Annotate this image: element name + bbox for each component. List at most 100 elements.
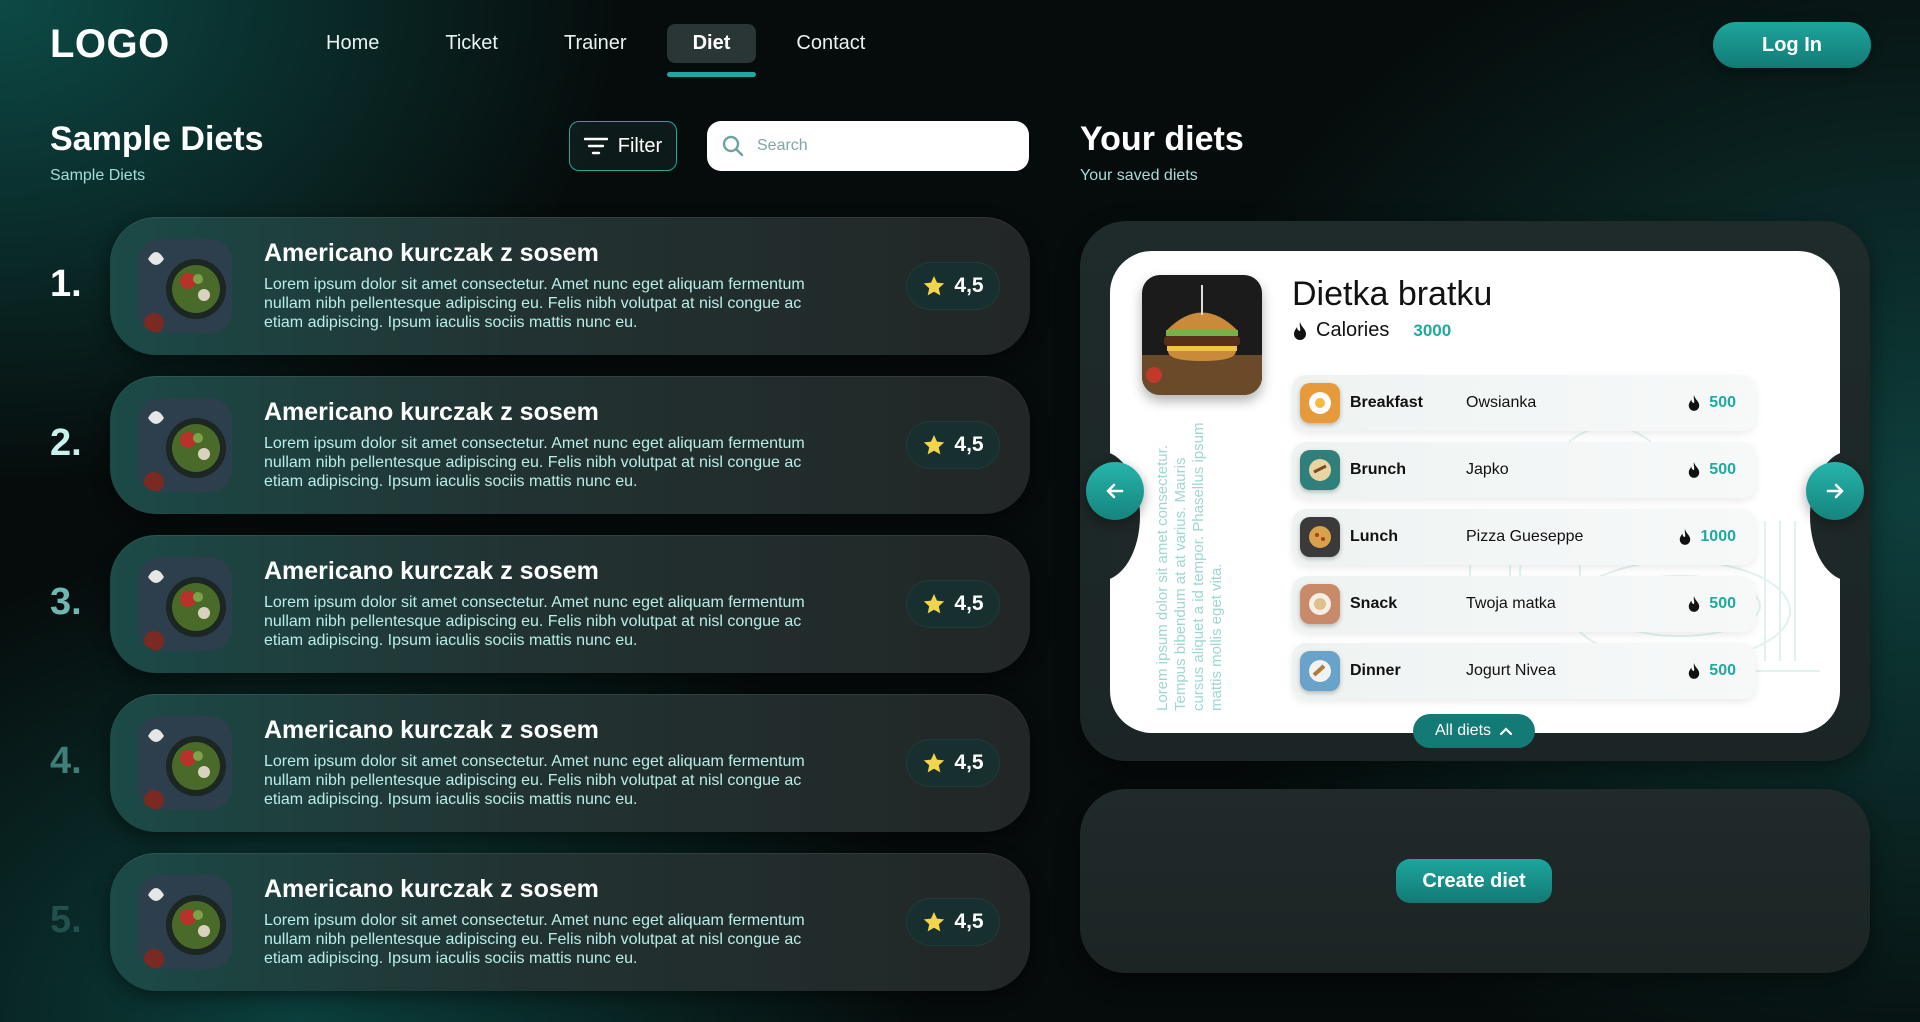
- all-diets-button[interactable]: All diets: [1413, 714, 1535, 748]
- diet-list-item[interactable]: Americano kurczak z sosem Lorem ipsum do…: [110, 217, 1030, 355]
- nav-trainer[interactable]: Trainer: [538, 24, 653, 63]
- diet-description-vertical: Lorem ipsum dolor sit amet consectetur. …: [1154, 422, 1225, 711]
- nav-diet[interactable]: Diet: [666, 24, 757, 77]
- main-nav: Home Ticket Trainer Diet Contact: [300, 24, 905, 77]
- diet-name: Dietka bratku: [1292, 275, 1493, 313]
- filter-button[interactable]: Filter: [569, 121, 677, 171]
- meal-kcal: 1000: [1678, 528, 1736, 546]
- diet-image: [1142, 275, 1262, 395]
- diet-thumbnail: [138, 398, 232, 492]
- diet-title: Americano kurczak z sosem: [264, 875, 599, 903]
- rating-badge: 4,5: [906, 262, 1000, 310]
- lunch-icon: [1300, 517, 1340, 557]
- meal-name: Lunch: [1350, 528, 1398, 545]
- meal-kcal-value: 1000: [1700, 528, 1736, 545]
- rating-badge: 4,5: [906, 898, 1000, 946]
- rating-value: 4,5: [954, 274, 984, 297]
- diet-list-item[interactable]: Americano kurczak z sosem Lorem ipsum do…: [110, 853, 1030, 991]
- diet-thumbnail: [138, 716, 232, 810]
- meal-list: Breakfast Owsianka 500 Brunch Japko 500 …: [1292, 375, 1756, 710]
- star-icon: [924, 912, 945, 932]
- star-icon: [924, 435, 945, 455]
- star-icon: [924, 594, 945, 614]
- rating-value: 4,5: [954, 592, 984, 615]
- diet-description: Lorem ipsum dolor sit amet consectetur. …: [264, 276, 805, 331]
- diet-card[interactable]: Dietka bratku Calories 3000 Lorem ipsum …: [1110, 251, 1840, 733]
- prev-diet-button[interactable]: [1086, 462, 1144, 520]
- diet-list-item[interactable]: Americano kurczak z sosem Lorem ipsum do…: [110, 694, 1030, 832]
- your-diets-panel: Dietka bratku Calories 3000 Lorem ipsum …: [1080, 221, 1870, 761]
- rating-value: 4,5: [954, 910, 984, 933]
- brunch-icon: [1300, 450, 1340, 490]
- rating-badge: 4,5: [906, 739, 1000, 787]
- rating-badge: 4,5: [906, 421, 1000, 469]
- nav-home[interactable]: Home: [300, 24, 405, 63]
- meal-name: Dinner: [1350, 662, 1401, 679]
- diet-title: Americano kurczak z sosem: [264, 716, 599, 744]
- meal-item[interactable]: Brunch Japko 500: [1292, 442, 1756, 498]
- sample-diets-title: Sample Diets: [50, 120, 264, 158]
- meal-name: Breakfast: [1350, 394, 1423, 411]
- meal-item[interactable]: Lunch Pizza Gueseppe 1000: [1292, 509, 1756, 565]
- nav-ticket[interactable]: Ticket: [419, 24, 524, 63]
- all-diets-label: All diets: [1434, 722, 1492, 739]
- flame-icon: [1689, 596, 1700, 612]
- next-diet-button[interactable]: [1806, 462, 1864, 520]
- meal-name: Brunch: [1350, 461, 1406, 478]
- diet-description: Lorem ipsum dolor sit amet consectetur. …: [264, 753, 805, 808]
- flame-icon: [1689, 663, 1700, 679]
- meal-name: Snack: [1350, 595, 1398, 612]
- meal-kcal-value: 500: [1709, 461, 1736, 478]
- meal-item[interactable]: Breakfast Owsianka 500: [1292, 375, 1756, 431]
- diet-list-item[interactable]: Americano kurczak z sosem Lorem ipsum do…: [110, 535, 1030, 673]
- your-diets-title: Your diets: [1080, 120, 1244, 158]
- meal-kcal: 500: [1687, 394, 1736, 412]
- rating-value: 4,5: [954, 433, 984, 456]
- create-diet-button[interactable]: Create diet: [1396, 859, 1552, 903]
- rank-number: 4.: [50, 740, 82, 782]
- create-diet-panel: Create diet: [1080, 789, 1870, 973]
- meal-kcal: 500: [1687, 461, 1736, 479]
- logo[interactable]: LOGO: [50, 22, 170, 67]
- chevron-up-icon: [1499, 727, 1513, 736]
- breakfast-icon: [1300, 383, 1340, 423]
- diet-thumbnail: [138, 239, 232, 333]
- rating-value: 4,5: [954, 751, 984, 774]
- arrow-right-icon: [1826, 483, 1844, 499]
- meal-food: Twoja matka: [1466, 595, 1556, 612]
- diet-description: Lorem ipsum dolor sit amet consectetur. …: [264, 912, 805, 967]
- sample-diets-subtitle: Sample Diets: [50, 167, 146, 184]
- rank-number: 3.: [50, 581, 82, 623]
- your-diets-subtitle: Your saved diets: [1080, 167, 1198, 184]
- meal-kcal: 500: [1687, 595, 1736, 613]
- flame-icon: [1689, 395, 1700, 411]
- flame-icon: [1680, 529, 1691, 545]
- search-box[interactable]: [707, 121, 1029, 171]
- arrow-left-icon: [1106, 483, 1124, 499]
- dinner-icon: [1300, 651, 1340, 691]
- meal-food: Owsianka: [1466, 394, 1537, 411]
- login-button[interactable]: Log In: [1713, 22, 1871, 68]
- flame-icon: [1689, 462, 1700, 478]
- meal-kcal-value: 500: [1709, 662, 1736, 679]
- meal-item[interactable]: Dinner Jogurt Nivea 500: [1292, 643, 1756, 699]
- meal-kcal-value: 500: [1709, 394, 1736, 411]
- rating-badge: 4,5: [906, 580, 1000, 628]
- meal-food: Japko: [1466, 461, 1509, 478]
- rank-number: 5.: [50, 899, 82, 941]
- calories-line: Calories 3000: [1292, 319, 1451, 342]
- calories-value: 3000: [1413, 320, 1452, 340]
- flame-icon: [1294, 321, 1306, 340]
- search-input[interactable]: [757, 137, 1007, 155]
- meal-kcal: 500: [1687, 662, 1736, 680]
- star-icon: [924, 753, 945, 773]
- filter-label: Filter: [617, 134, 663, 157]
- star-icon: [924, 276, 945, 296]
- rank-number: 2.: [50, 422, 82, 464]
- nav-contact[interactable]: Contact: [770, 24, 891, 63]
- meal-item[interactable]: Snack Twoja matka 500: [1292, 576, 1756, 632]
- rank-number: 1.: [50, 263, 82, 305]
- diet-list-item[interactable]: Americano kurczak z sosem Lorem ipsum do…: [110, 376, 1030, 514]
- diet-title: Americano kurczak z sosem: [264, 557, 599, 585]
- diet-description: Lorem ipsum dolor sit amet consectetur. …: [264, 594, 805, 649]
